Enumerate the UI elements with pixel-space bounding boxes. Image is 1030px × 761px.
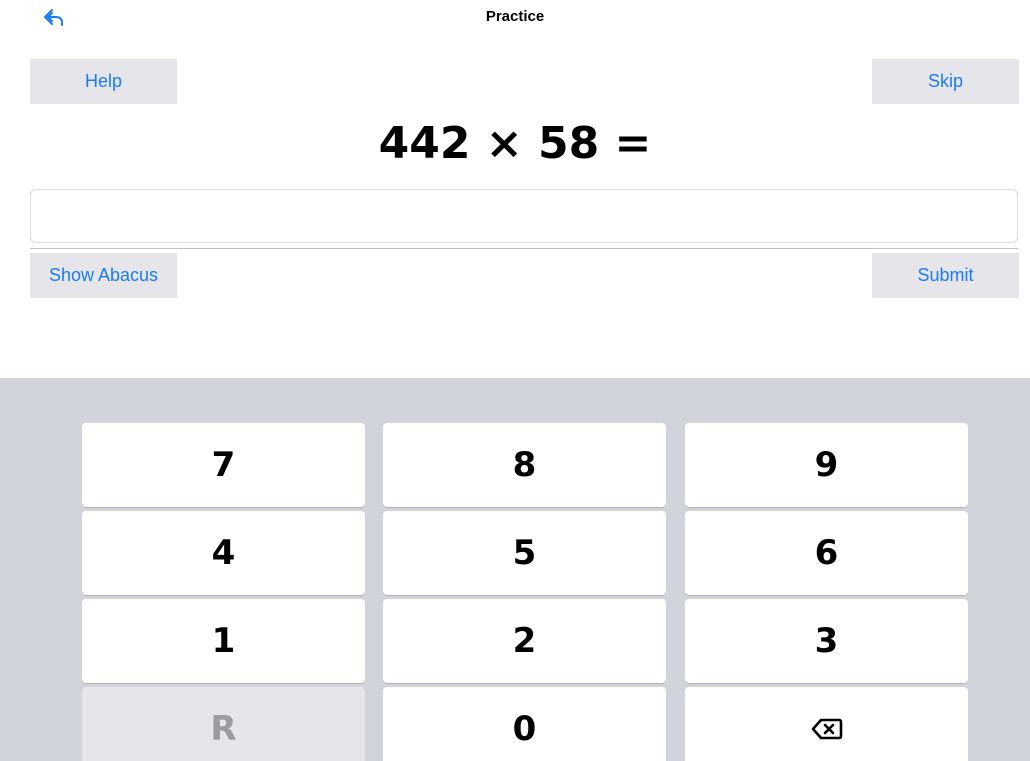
answer-input[interactable] [30, 189, 1018, 243]
divider [30, 248, 1018, 249]
key-5[interactable]: 5 [383, 511, 666, 595]
submit-button[interactable]: Submit [872, 253, 1019, 298]
key-1[interactable]: 1 [82, 599, 365, 683]
key-r[interactable]: R [82, 687, 365, 761]
key-8[interactable]: 8 [383, 423, 666, 507]
key-6[interactable]: 6 [685, 511, 968, 595]
key-0[interactable]: 0 [383, 687, 666, 761]
key-2[interactable]: 2 [383, 599, 666, 683]
skip-button[interactable]: Skip [872, 59, 1019, 104]
number-keypad: 7 8 9 4 5 6 1 2 3 R 0 [0, 378, 1030, 761]
show-abacus-button[interactable]: Show Abacus [30, 253, 177, 298]
problem-text: 442 × 58 = [378, 118, 652, 169]
practice-screen: Practice Help Skip 442 × 58 = Show Abacu… [0, 0, 1030, 761]
key-4[interactable]: 4 [82, 511, 365, 595]
help-button[interactable]: Help [30, 59, 177, 104]
key-3[interactable]: 3 [685, 599, 968, 683]
backspace-key[interactable] [685, 687, 968, 761]
key-9[interactable]: 9 [685, 423, 968, 507]
backspace-icon [811, 718, 842, 740]
key-7[interactable]: 7 [82, 423, 365, 507]
page-title: Practice [485, 8, 545, 25]
